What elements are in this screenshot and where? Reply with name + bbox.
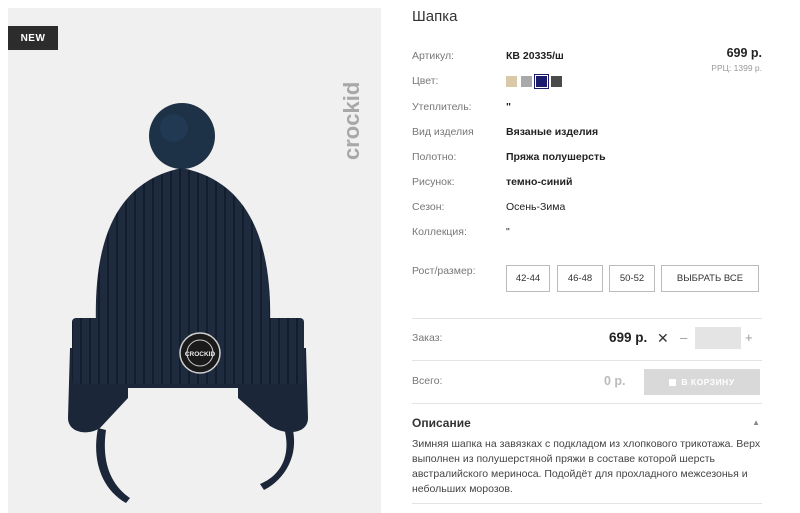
field-value: " [506, 101, 511, 113]
field-color: Цвет: [412, 75, 762, 91]
product-photo: CROCKID [68, 103, 308, 503]
size-label: Рост/размер: [412, 265, 476, 277]
description-title[interactable]: Описание [412, 416, 471, 430]
field-value: Осень-Зима [506, 201, 566, 213]
field-label: Рисунок: [412, 176, 455, 188]
select-all-button[interactable]: ВЫБРАТЬ ВСЕ [661, 265, 759, 292]
patch-text: CROCKID [185, 351, 216, 358]
color-swatch[interactable] [506, 76, 517, 87]
tie-string-right [260, 426, 295, 490]
color-swatches [506, 74, 562, 89]
total-label: Всего: [412, 375, 443, 387]
field-label: Артикул: [412, 50, 455, 62]
brand-logo: crockid [339, 82, 364, 160]
order-label: Заказ: [412, 332, 443, 344]
cart-icon [669, 378, 677, 386]
multiply-icon: ✕ [657, 330, 669, 346]
new-badge: NEW [8, 26, 58, 50]
increase-button[interactable]: + [745, 330, 753, 345]
field-label: Полотно: [412, 151, 457, 163]
tie-string-left [96, 428, 130, 503]
quantity-input[interactable] [695, 327, 741, 349]
decrease-button[interactable]: – [680, 330, 687, 345]
product-title: Шапка [412, 8, 458, 25]
order-price: 699 р. [609, 330, 648, 345]
field-value: КВ 20335/ш [506, 50, 564, 62]
total-price: 0 р. [604, 374, 626, 388]
field-insulation: Утеплитель: " [412, 101, 762, 117]
hat-crown [95, 168, 271, 326]
color-swatch[interactable] [534, 74, 549, 89]
color-swatch[interactable] [521, 76, 532, 87]
field-season: Сезон: Осень-Зима [412, 201, 762, 217]
field-product-type: Вид изделия Вязаные изделия [412, 126, 762, 142]
size-button[interactable]: 50-52 [609, 265, 655, 292]
divider [412, 503, 762, 504]
field-value: темно-синий [506, 176, 573, 188]
add-to-cart-label: В КОРЗИНУ [681, 377, 735, 387]
collapse-caret-icon[interactable]: ▲ [752, 418, 760, 427]
size-button[interactable]: 46-48 [557, 265, 603, 292]
field-label: Цвет: [412, 75, 439, 87]
field-label: Утеплитель: [412, 101, 472, 113]
divider [412, 318, 762, 319]
add-to-cart-button[interactable]: В КОРЗИНУ [644, 369, 760, 395]
color-swatch[interactable] [551, 76, 562, 87]
brand-logo-text: crockid [339, 82, 364, 160]
field-value: Вязаные изделия [506, 126, 599, 138]
divider [412, 360, 762, 361]
field-collection: Коллекция: " [412, 226, 762, 242]
size-button[interactable]: 42-44 [506, 265, 550, 292]
field-article: Артикул: КВ 20335/ш [412, 50, 762, 66]
divider [412, 403, 762, 404]
field-value: " [506, 226, 510, 238]
description-text: Зимняя шапка на завязках с подкладом из … [412, 438, 761, 495]
field-value: Пряжа полушерсть [506, 151, 606, 163]
field-pattern: Рисунок: темно-синий [412, 176, 762, 192]
field-label: Коллекция: [412, 226, 467, 238]
field-label: Вид изделия [412, 126, 474, 138]
product-image-panel: CROCKID NEW crockid [8, 8, 381, 513]
field-label: Сезон: [412, 201, 445, 213]
field-fabric: Полотно: Пряжа полушерсть [412, 151, 762, 167]
